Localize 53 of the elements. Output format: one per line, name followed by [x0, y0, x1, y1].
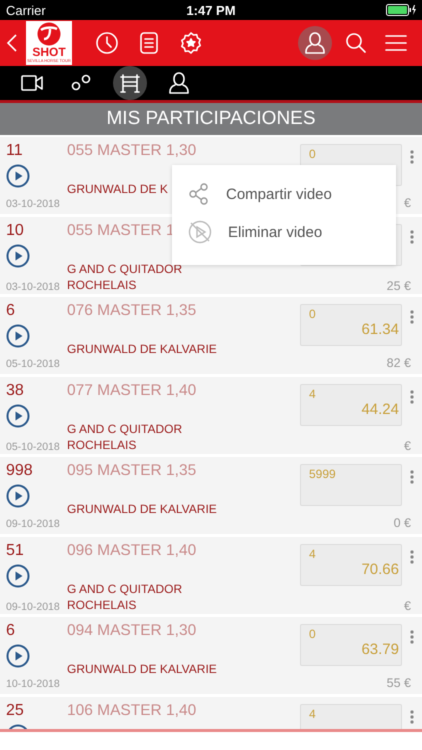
time-value: 63.79: [361, 641, 399, 659]
section-title: MIS PARTICIPACIONES: [0, 103, 422, 135]
faults-value: 5999: [309, 467, 337, 481]
menu-item-label: Eliminar video: [228, 224, 322, 240]
logo-text: SHOT: [32, 46, 66, 58]
horse-name: GRUNWALD DE K: [67, 181, 168, 197]
status-time: 1:47 PM: [186, 2, 236, 18]
prize-amount: €: [404, 196, 411, 210]
carrier-label: Carrier: [6, 2, 46, 18]
prize-amount: 55 €: [386, 676, 411, 690]
faults-value: 4: [309, 387, 317, 401]
horse-name: GRUNWALD DE KALVARIE: [67, 341, 217, 357]
date-label: 03-10-2018: [6, 198, 60, 210]
date-label: 05-10-2018: [6, 441, 60, 453]
horse-name: G AND C QUITADOR ROCHELAIS: [67, 421, 184, 453]
position-number: 6: [6, 622, 15, 640]
date-label: 09-10-2018: [6, 601, 60, 613]
date-label: 09-10-2018: [6, 518, 60, 530]
menu-item-label: Compartir video: [226, 186, 332, 202]
faults-value: 0: [309, 627, 317, 641]
position-number: 38: [6, 382, 24, 400]
prize-amount: 82 €: [386, 356, 411, 370]
faults-value: 0: [309, 147, 317, 161]
time-value: 61.34: [361, 321, 399, 339]
date-label: 03-10-2018: [6, 281, 60, 293]
time-value: 44.24: [361, 401, 399, 419]
position-number: 25: [6, 702, 24, 720]
faults-value: 0: [309, 307, 317, 321]
position-number: 11: [6, 142, 23, 160]
horse-name: GRUNWALD DE KALVARIE: [67, 501, 217, 517]
position-number: 6: [6, 302, 15, 320]
date-label: 05-10-2018: [6, 358, 60, 370]
class-name: 095 MASTER 1,35: [67, 462, 196, 480]
class-name: 076 MASTER 1,35: [67, 302, 196, 320]
prize-amount: €: [404, 599, 411, 613]
prize-amount: 0 €: [394, 516, 411, 530]
faults-value: 4: [309, 707, 317, 721]
date-label: 10-10-2018: [6, 678, 60, 690]
horse-name: G AND C QUITADOR ROCHELAIS: [67, 581, 184, 613]
class-name: 096 MASTER 1,40: [67, 542, 196, 560]
class-name: 106 MASTER 1,40: [67, 702, 196, 720]
class-name: 094 MASTER 1,30: [67, 622, 196, 640]
position-number: 998: [6, 462, 33, 480]
position-number: 51: [6, 542, 24, 560]
horse-name: G AND C QUITADOR ROCHELAIS: [67, 261, 184, 293]
prize-amount: 25 €: [386, 279, 411, 293]
class-name: 055 MASTER 1,30: [67, 142, 196, 160]
position-number: 10: [6, 222, 24, 240]
horse-name: GRUNWALD DE KALVARIE: [67, 661, 217, 677]
faults-value: 4: [309, 547, 317, 561]
prize-amount: €: [404, 439, 411, 453]
class-name: 077 MASTER 1,40: [67, 382, 196, 400]
time-value: 70.66: [361, 561, 399, 579]
